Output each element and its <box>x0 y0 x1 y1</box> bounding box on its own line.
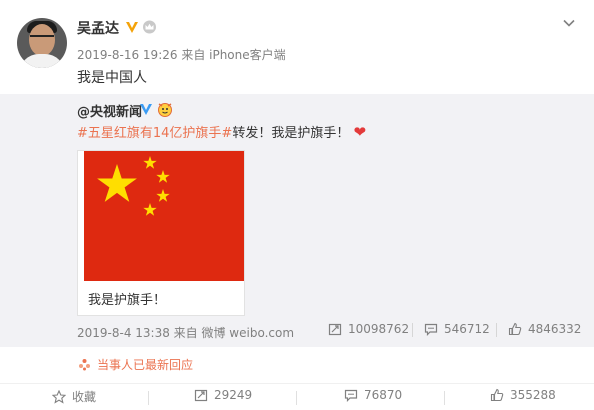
repost-author[interactable]: @央视新闻 <box>77 101 142 120</box>
repost-body: 转发！我是护旗手！ <box>232 126 350 141</box>
heart-icon: ❤ <box>353 123 367 141</box>
chinese-flag-image <box>84 151 244 281</box>
star-icon <box>52 389 66 404</box>
author-avatar[interactable] <box>17 18 67 68</box>
divider <box>296 391 297 405</box>
repost-icon <box>328 323 342 336</box>
favorite-label: 收藏 <box>72 390 97 404</box>
response-text: 当事人已最新回应 <box>97 358 194 372</box>
divider <box>412 323 413 337</box>
repost-button[interactable]: 29249 <box>194 388 252 402</box>
comment-count: 546712 <box>444 322 490 336</box>
divider <box>496 323 497 337</box>
response-note[interactable]: 当事人已最新回应 <box>78 356 193 373</box>
media-card[interactable]: 我是护旗手！ <box>77 150 245 316</box>
divider <box>444 391 445 405</box>
emoji-badge-icon[interactable] <box>156 101 174 117</box>
like-action-count: 355288 <box>510 388 556 402</box>
verified-v-icon[interactable] <box>125 20 139 34</box>
like-count: 4846332 <box>528 322 582 336</box>
response-icon <box>79 359 90 371</box>
post-text: 我是中国人 <box>77 70 147 86</box>
author-name[interactable]: 吴孟达 <box>77 18 119 38</box>
comment-count-stat[interactable]: 546712 <box>424 322 490 336</box>
repost-count-stat[interactable]: 10098762 <box>328 322 409 336</box>
crown-icon[interactable] <box>142 20 157 34</box>
repost-action-count: 29249 <box>214 388 253 402</box>
repost-count: 10098762 <box>348 322 410 336</box>
comment-icon <box>344 389 358 402</box>
media-card-title[interactable]: 我是护旗手！ <box>88 289 166 308</box>
weibo-post-card: 吴孟达 2019-8-16 19:26 来自 iPhone客户端 我是中国人 @… <box>0 0 594 410</box>
avatar-glasses <box>30 35 54 44</box>
favorite-button[interactable]: 收藏 <box>52 388 96 405</box>
avatar-shirt <box>19 54 65 68</box>
comment-button[interactable]: 76870 <box>344 388 402 402</box>
chevron-down-icon[interactable] <box>562 16 576 30</box>
like-button[interactable]: 355288 <box>490 388 556 402</box>
like-icon <box>490 388 504 402</box>
like-count-stat[interactable]: 4846332 <box>508 322 581 336</box>
verified-v-icon[interactable] <box>139 102 153 116</box>
comment-icon <box>424 323 438 336</box>
comment-action-count: 76870 <box>364 388 403 402</box>
hashtag-link[interactable]: #五星红旗有14亿护旗手# <box>77 126 232 141</box>
repost-meta[interactable]: 2019-8-4 13:38 来自 微博 weibo.com <box>77 324 294 341</box>
like-icon <box>508 322 522 336</box>
post-meta[interactable]: 2019-8-16 19:26 来自 iPhone客户端 <box>77 46 286 63</box>
divider <box>148 391 149 405</box>
repost-icon <box>194 389 208 402</box>
repost-text: #五星红旗有14亿护旗手#转发！我是护旗手！ ❤ <box>77 122 366 141</box>
